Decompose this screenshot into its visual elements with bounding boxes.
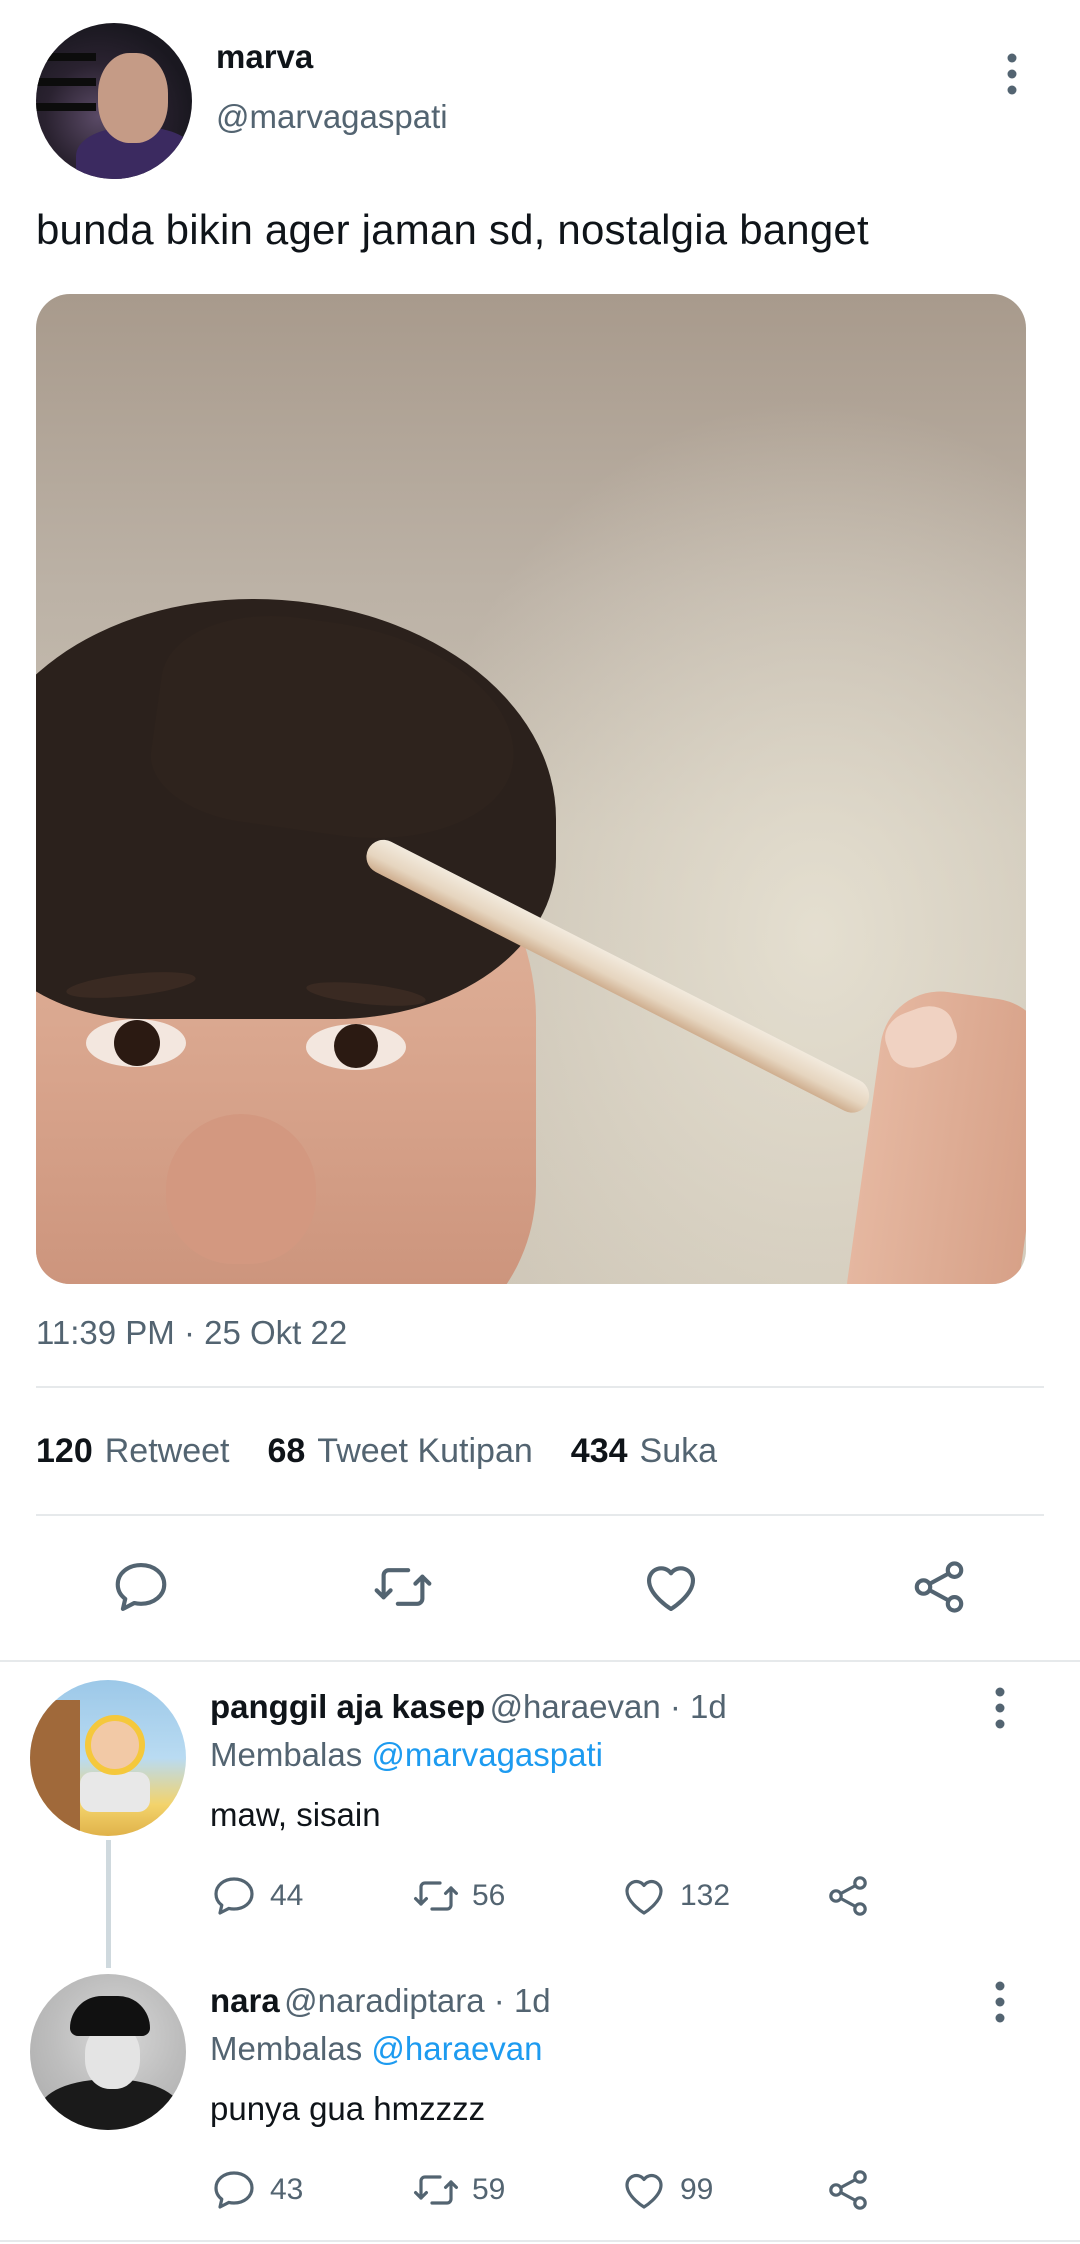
like-icon[interactable]: [640, 1556, 702, 1618]
retweet-icon: [412, 1872, 460, 1920]
replying-prefix: Membalas: [210, 2030, 372, 2067]
tweet-text: bunda bikin ager jaman sd, nostalgia ban…: [36, 206, 869, 253]
tweet-stats: 120 Retweet 68 Tweet Kutipan 434 Suka: [36, 1432, 755, 1471]
reply-avatar[interactable]: [30, 1974, 186, 2130]
like-count: 132: [680, 1879, 731, 1912]
avatar-detail: [36, 53, 96, 61]
replying-mention[interactable]: @haraevan: [371, 2030, 542, 2067]
like-icon: [620, 2166, 668, 2214]
more-options-icon[interactable]: [1000, 52, 1024, 96]
reply-button[interactable]: 43: [210, 2166, 303, 2214]
reply-count: 44: [270, 1879, 304, 1912]
reply-text: maw, sisain: [210, 1796, 381, 1833]
replying-prefix: Membalas: [210, 1736, 372, 1773]
reply-header: panggil aja kasep @haraevan · 1d: [210, 1688, 727, 1726]
replying-mention[interactable]: @marvagaspati: [371, 1736, 603, 1773]
reply-text: punya gua hmzzzz: [210, 2090, 486, 2127]
quote-count[interactable]: 68: [267, 1432, 305, 1471]
share-icon: [824, 2166, 872, 2214]
quote-label[interactable]: Tweet Kutipan: [317, 1432, 532, 1471]
reply-author-name[interactable]: nara: [210, 1982, 280, 2019]
reply-handle-time[interactable]: @naradiptara · 1d: [284, 1982, 550, 2019]
like-count[interactable]: 434: [571, 1432, 628, 1471]
avatar-detail: [30, 1700, 80, 1836]
share-icon[interactable]: [908, 1556, 970, 1618]
author-handle[interactable]: @marvagaspati: [216, 98, 448, 136]
photo-detail: [114, 1020, 160, 1066]
avatar-detail: [85, 1715, 145, 1775]
photo-detail: [166, 1114, 316, 1264]
avatar-detail: [36, 103, 96, 111]
reply-handle-time[interactable]: @haraevan · 1d: [490, 1688, 727, 1725]
like-label[interactable]: Suka: [640, 1432, 718, 1471]
reply-author-name[interactable]: panggil aja kasep: [210, 1688, 485, 1725]
retweet-button[interactable]: 56: [412, 1872, 505, 1920]
section-divider: [0, 1660, 1080, 1662]
retweet-icon[interactable]: [372, 1556, 434, 1618]
retweet-count[interactable]: 120: [36, 1432, 93, 1471]
share-button[interactable]: [824, 1872, 884, 1920]
like-icon: [620, 1872, 668, 1920]
more-options-icon[interactable]: [988, 1686, 1012, 1730]
tweet-timestamp: 11:39 PM · 25 Okt 22: [36, 1314, 348, 1351]
reply-header: nara @naradiptara · 1d: [210, 1982, 551, 2020]
photo-detail: [334, 1024, 378, 1068]
reply-count: 43: [270, 2173, 304, 2206]
retweet-count: 59: [472, 2173, 506, 2206]
divider: [36, 1386, 1044, 1388]
like-count: 99: [680, 2173, 714, 2206]
avatar-detail: [36, 78, 96, 86]
reply-icon: [210, 1872, 258, 1920]
divider: [36, 1514, 1044, 1516]
share-button[interactable]: [824, 2166, 884, 2214]
retweet-icon: [412, 2166, 460, 2214]
avatar-detail: [80, 1772, 150, 1812]
tweet-photo[interactable]: [36, 294, 1026, 1284]
reply-avatar[interactable]: [30, 1680, 186, 1836]
author-name[interactable]: marva: [216, 38, 313, 76]
retweet-count: 56: [472, 1879, 506, 1912]
reply-icon: [210, 2166, 258, 2214]
replying-to: Membalas @haraevan: [210, 2030, 543, 2068]
thread-line: [106, 1840, 111, 1968]
avatar-detail: [70, 1996, 150, 2036]
avatar-detail: [98, 53, 168, 143]
section-divider: [0, 2240, 1080, 2242]
reply-icon[interactable]: [110, 1556, 172, 1618]
retweet-button[interactable]: 59: [412, 2166, 505, 2214]
more-options-icon[interactable]: [988, 1980, 1012, 2024]
replying-to: Membalas @marvagaspati: [210, 1736, 603, 1774]
share-icon: [824, 1872, 872, 1920]
author-avatar[interactable]: [36, 23, 192, 179]
reply-button[interactable]: 44: [210, 1872, 303, 1920]
like-button[interactable]: 99: [620, 2166, 713, 2214]
retweet-label[interactable]: Retweet: [105, 1432, 230, 1471]
like-button[interactable]: 132: [620, 1872, 730, 1920]
